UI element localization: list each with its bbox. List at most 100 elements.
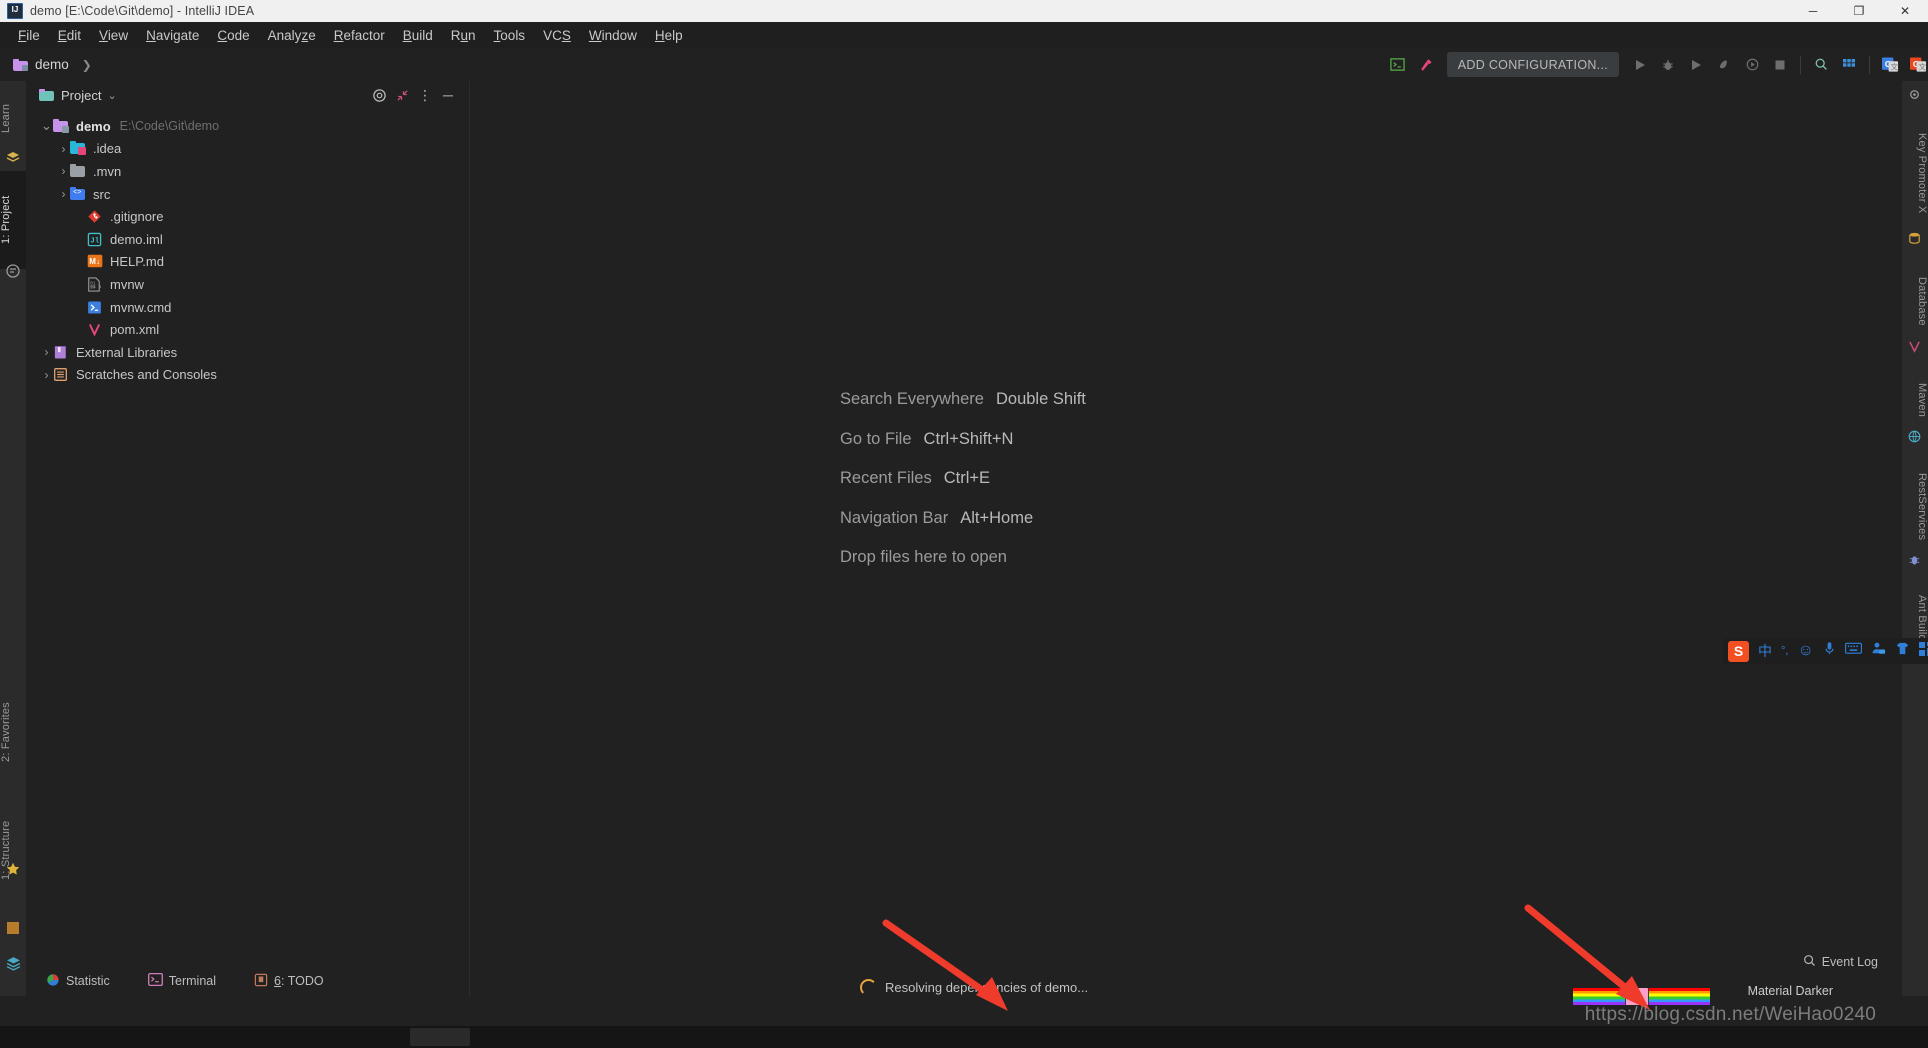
tree-row[interactable]: mvnw.cmd [26,296,469,319]
tree-row[interactable]: › .idea [26,138,469,161]
profiler-icon[interactable] [1711,52,1737,77]
ime-mic-icon[interactable] [1823,641,1836,661]
sidebar-item-favorites[interactable]: 2: Favorites [0,678,26,786]
menu-item-refactor[interactable]: Refactor [325,25,394,46]
markdown-file-icon: M↓ [87,254,104,269]
menu-item-code[interactable]: Code [208,25,258,46]
sogou-logo-icon[interactable]: S [1728,640,1749,662]
tree-row[interactable]: pom.xml [26,318,469,341]
menu-item-window[interactable]: Window [580,25,646,46]
statistic-icon [46,973,60,990]
menu-item-help[interactable]: Help [646,25,692,46]
project-folder-icon [13,58,28,71]
close-button[interactable]: ✕ [1882,0,1928,22]
menu-item-navigate[interactable]: Navigate [137,25,208,46]
sidebar-item-structure[interactable]: 1: Structure [0,794,26,906]
sidebar-item-learn[interactable]: Learn [0,81,26,155]
tree-row-label: demo.iml [110,231,163,247]
project-tool-window: Project ⌄ ⋮ ─ ⌄ demo E:\Code\Git\demo › .ide… [26,81,470,996]
ant-build-icon [1907,553,1923,569]
menu-bar: File Edit View Navigate Code Analyze Refactor B… [0,22,1928,48]
tab-maven[interactable]: Maven [1902,363,1928,437]
intellij-idea-window: IJ demo [E:\Code\Git\demo] - IntelliJ ID… [0,0,1928,1048]
theme-indicator[interactable]: Material Darker [1748,984,1833,998]
options-menu-icon[interactable]: ⋮ [414,84,436,106]
maximize-button[interactable]: ❐ [1836,0,1882,22]
menu-item-vcs[interactable]: VCS [534,25,580,46]
expand-arrow-icon[interactable]: › [40,345,53,359]
tree-row[interactable]: › .mvn [26,160,469,183]
editor-hint: Go to File Ctrl+Shift+N [840,420,1086,460]
svg-text:M↓: M↓ [89,257,100,266]
menu-item-file[interactable]: File [9,25,49,46]
rest-services-icon [1907,429,1923,445]
debug-icon[interactable] [1655,52,1681,77]
tree-row-label: .idea [93,141,122,157]
status-bar-item-todo[interactable]: 6: TODO [254,973,324,990]
status-bar-item-statistic[interactable]: Statistic [46,973,110,990]
progress-text: Resolving dependencies of demo... [885,980,1089,995]
app-grid-icon[interactable] [1836,52,1862,77]
ime-punctuation-icon[interactable]: °, [1781,645,1788,657]
editor-empty-hints: Search Everywhere Double Shift Go to File C… [840,380,1086,578]
breadcrumb[interactable]: demo ❯ [13,57,92,72]
run-with-coverage-icon[interactable] [1683,52,1709,77]
ime-chinese-mode-icon[interactable]: 中 [1758,641,1772,661]
search-everywhere-icon[interactable] [1808,52,1834,77]
svg-text:文: 文 [1918,61,1926,71]
select-opened-file-icon[interactable] [368,84,390,106]
tab-key-promoter-x[interactable]: Key Promoter X [1902,107,1928,239]
tree-row[interactable]: › External Libraries [26,341,469,364]
sidebar-item-project[interactable]: 1: Project [0,171,26,269]
tree-row[interactable]: Jl demo.iml [26,228,469,251]
tab-rest-services[interactable]: RestServices [1902,453,1928,561]
ime-skin-icon[interactable] [1895,641,1910,661]
tree-row-label: .gitignore [110,209,164,225]
layers-icon[interactable] [5,955,21,971]
tab-database[interactable]: Database [1902,255,1928,347]
menu-item-view[interactable]: View [90,25,137,46]
navigation-toolbar: demo ❯ ADD CONFIGURATION... G 文 G 文 [0,48,1928,81]
collapse-all-icon[interactable] [391,84,413,106]
editor-hint: Recent Files Ctrl+E [840,459,1086,499]
build-hammer-icon[interactable] [1413,52,1439,77]
tree-row[interactable]: 01 100110 mvnw [26,273,469,296]
event-log-label: Event Log [1821,955,1878,969]
hide-panel-icon[interactable]: ─ [437,84,459,106]
attach-process-icon[interactable] [1739,52,1765,77]
google-translate-icon[interactable]: G文 [1877,52,1903,77]
todo-icon [254,973,268,990]
tree-row[interactable]: M↓ HELP.md [26,251,469,274]
menu-item-edit[interactable]: Edit [49,25,90,46]
run-icon[interactable] [1627,52,1653,77]
database-icon [1907,231,1923,247]
menu-item-build[interactable]: Build [394,25,442,46]
tree-row[interactable]: .gitignore [26,205,469,228]
expand-arrow-icon[interactable]: › [57,164,70,178]
tree-row[interactable]: › Scratches and Consoles [26,364,469,387]
svg-text:文: 文 [1890,61,1898,71]
expand-arrow-icon[interactable]: ⌄ [40,119,53,132]
expand-arrow-icon[interactable]: › [40,368,53,382]
taskbar-item[interactable] [410,1028,470,1046]
ime-user-icon[interactable] [1871,641,1886,661]
terminal-icon[interactable] [1385,52,1411,77]
chevron-down-icon[interactable]: ⌄ [107,89,116,102]
tree-row[interactable]: ⌄ demo E:\Code\Git\demo [26,115,469,138]
ime-emoji-icon[interactable]: ☺ [1797,642,1813,660]
event-log-button[interactable]: Event Log [1803,954,1878,970]
expand-arrow-icon[interactable]: › [57,187,70,201]
run-configuration-selector[interactable]: ADD CONFIGURATION... [1446,52,1619,77]
minimize-button[interactable]: ─ [1790,0,1836,22]
menu-item-tools[interactable]: Tools [485,25,535,46]
menu-item-analyze[interactable]: Analyze [259,25,325,46]
status-bar-item-terminal[interactable]: Terminal [147,972,216,989]
ime-keyboard-icon[interactable] [1844,642,1862,660]
ime-apps-icon[interactable] [1918,641,1928,661]
translate-plugin-icon[interactable]: G文 [1905,52,1928,77]
expand-arrow-icon[interactable]: › [57,142,70,156]
tree-row[interactable]: › src [26,183,469,206]
tree-row-label: mvnw.cmd [110,299,172,315]
stop-icon[interactable] [1767,52,1793,77]
menu-item-run[interactable]: Run [442,25,485,46]
